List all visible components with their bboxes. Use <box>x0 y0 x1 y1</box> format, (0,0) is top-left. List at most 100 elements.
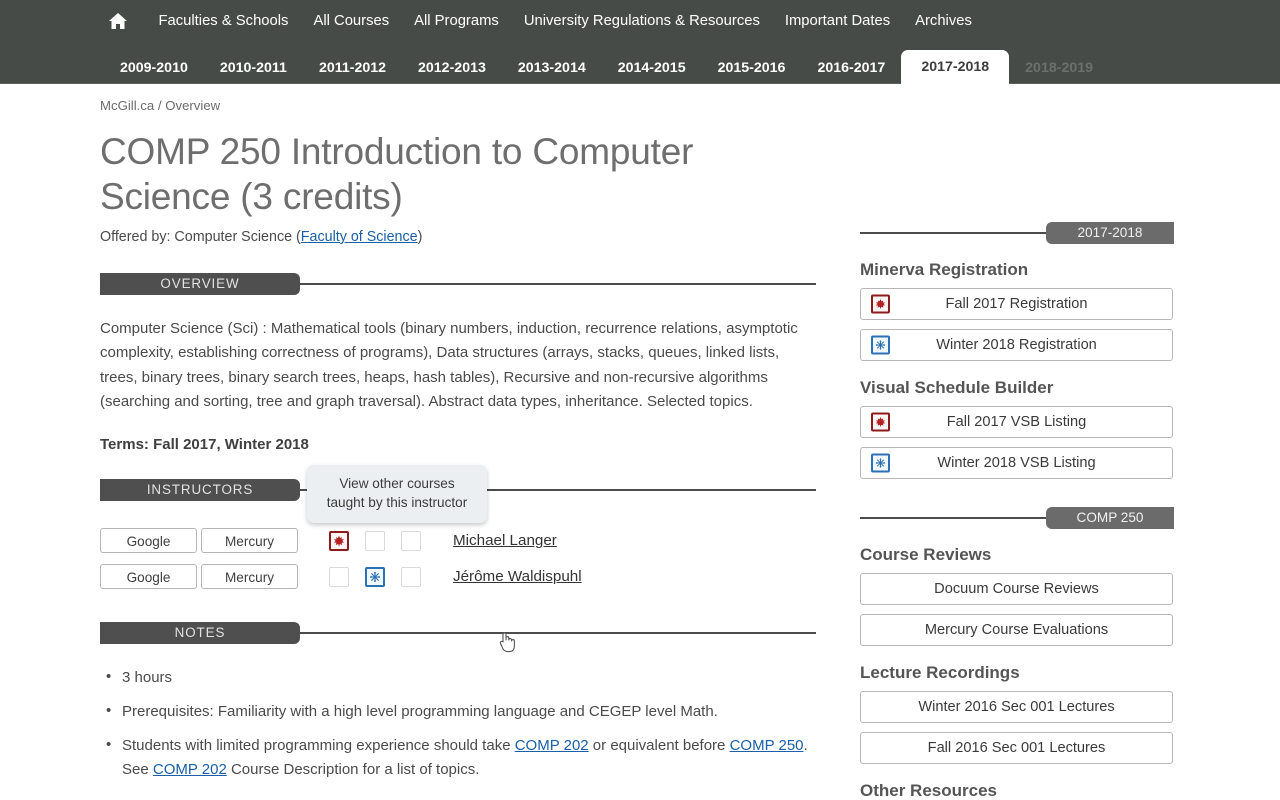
sidebar-button-label: Fall 2017 VSB Listing <box>946 414 1087 430</box>
breadcrumb-current: Overview <box>165 98 221 113</box>
sidebar-button-label: Fall 2016 Sec 001 Lectures <box>927 740 1106 756</box>
term-slot-empty <box>401 530 421 551</box>
sidebar-button-winter-2018-vsb-listing[interactable]: Winter 2018 VSB Listing <box>860 447 1173 479</box>
sidebar-button-label: Fall 2017 Registration <box>945 296 1088 312</box>
snowflake-icon <box>365 566 385 587</box>
instructor-tooltip: View other courses taught by this instru… <box>307 465 487 523</box>
mercury-button[interactable]: Mercury <box>201 528 298 554</box>
nav-item-important-dates[interactable]: Important Dates <box>772 0 902 42</box>
right-sidebar: 2017-2018 Minerva Registration Fall 2017… <box>860 222 1174 800</box>
sidebar-group-title: Lecture Recordings <box>860 663 1020 682</box>
offered-by-suffix: ) <box>417 229 423 245</box>
sidebar-header-course: COMP 250 <box>860 507 1174 529</box>
page-title: COMP 250 Introduction to Computer Scienc… <box>100 131 694 217</box>
snowflake-icon <box>871 335 890 355</box>
year-tab-2017-2018[interactable]: 2017-2018 <box>901 50 1010 84</box>
google-button[interactable]: Google <box>100 564 197 590</box>
list-item: Students with limited programming experi… <box>106 733 822 782</box>
sidebar-group-title: Visual Schedule Builder <box>860 378 1054 397</box>
year-tab-2011-2012[interactable]: 2011-2012 <box>303 52 402 84</box>
comp-250-link[interactable]: COMP 250 <box>730 737 804 754</box>
nav-item-faculties-schools[interactable]: Faculties & Schools <box>146 0 301 42</box>
faculty-of-science-link[interactable]: Faculty of Science <box>301 229 418 245</box>
year-tab-2014-2015[interactable]: 2014-2015 <box>602 52 702 84</box>
sidebar-button-fall-2017-registration[interactable]: Fall 2017 Registration <box>860 288 1173 320</box>
note-text-part1: Students with limited programming experi… <box>122 737 515 755</box>
year-tab-2009-2010[interactable]: 2009-2010 <box>104 52 204 84</box>
offered-by-prefix: Offered by: Computer Science ( <box>100 229 301 245</box>
sidebar-group-visual-schedule-builder: Visual Schedule Builder Fall 2017 VSB Li… <box>860 378 1174 479</box>
note-text-part4: Course Description for a list of topics. <box>226 761 480 779</box>
year-tab-bar: 2009-2010 2010-2011 2011-2012 2012-2013 … <box>0 42 1280 84</box>
table-row: Google Mercury Michael Langer <box>100 523 816 558</box>
breadcrumb-root[interactable]: McGill.ca <box>100 98 154 113</box>
list-item: Prerequisites: Familiarity with a high l… <box>106 699 822 724</box>
year-tab-2010-2011[interactable]: 2010-2011 <box>204 52 303 84</box>
google-button[interactable]: Google <box>100 528 197 554</box>
year-tab-2013-2014[interactable]: 2013-2014 <box>502 52 602 84</box>
sidebar-group-title: Other Resources <box>860 781 997 800</box>
maple-leaf-icon <box>329 530 349 551</box>
sidebar-group-course-reviews: Course Reviews Docuum Course Reviews Mer… <box>860 545 1174 646</box>
site-header: Faculties & Schools All Courses All Prog… <box>0 0 1280 84</box>
snowflake-icon <box>871 453 890 473</box>
sidebar-button-mercury-course-evaluations[interactable]: Mercury Course Evaluations <box>860 614 1173 646</box>
home-icon[interactable] <box>104 7 132 35</box>
nav-item-all-programs[interactable]: All Programs <box>402 0 512 42</box>
comp-202-link-1[interactable]: COMP 202 <box>515 737 589 754</box>
section-label-notes: NOTES <box>100 622 300 645</box>
notes-list: 3 hours Prerequisites: Familiarity with … <box>100 665 816 782</box>
nav-item-university-regulations[interactable]: University Regulations & Resources <box>511 0 772 42</box>
section-label-overview: OVERVIEW <box>100 273 300 295</box>
comp-202-link-2[interactable]: COMP 202 <box>153 761 227 778</box>
offered-by: Offered by: Computer Science (Faculty of… <box>100 229 816 245</box>
sidebar-tab-2017-2018: 2017-2018 <box>1046 222 1174 244</box>
year-tab-2016-2017[interactable]: 2016-2017 <box>801 52 901 84</box>
instructor-link-jerome-waldispuhl[interactable]: Jérôme Waldispuhl <box>453 568 582 585</box>
term-slot-empty <box>401 566 421 587</box>
nav-item-all-courses[interactable]: All Courses <box>301 0 402 42</box>
term-slot-empty <box>365 530 385 551</box>
maple-leaf-icon <box>871 412 890 432</box>
sidebar-group-other-resources: Other Resources COMP 250 on Docuum <box>860 781 1174 800</box>
section-header-overview: OVERVIEW <box>100 273 816 295</box>
course-description: Computer Science (Sci) : Mathematical to… <box>100 320 798 410</box>
sidebar-button-fall-2016-sec-001-lectures[interactable]: Fall 2016 Sec 001 Lectures <box>860 732 1173 764</box>
sidebar-button-label: Winter 2018 VSB Listing <box>937 455 1096 471</box>
maple-leaf-icon <box>871 294 890 314</box>
breadcrumb: McGill.ca / Overview <box>100 98 816 113</box>
sidebar-button-label: Winter 2016 Sec 001 Lectures <box>918 699 1115 715</box>
sidebar-button-label: Mercury Course Evaluations <box>924 622 1109 638</box>
term-slots <box>329 566 421 587</box>
sidebar-group-minerva-registration: Minerva Registration Fall 2017 Registrat… <box>860 260 1174 361</box>
sidebar-tab-comp-250: COMP 250 <box>1046 507 1174 529</box>
tooltip-line-2: taught by this instructor <box>326 495 468 510</box>
year-tab-2012-2013[interactable]: 2012-2013 <box>402 52 502 84</box>
breadcrumb-separator: / <box>154 98 166 113</box>
instructor-link-michael-langer[interactable]: Michael Langer <box>453 532 557 549</box>
sidebar-group-title: Minerva Registration <box>860 260 1029 279</box>
mercury-button[interactable]: Mercury <box>201 564 298 590</box>
term-slot-empty <box>329 566 349 587</box>
sidebar-button-winter-2018-registration[interactable]: Winter 2018 Registration <box>860 329 1173 361</box>
section-label-instructors: INSTRUCTORS <box>100 479 300 502</box>
year-tab-2015-2016[interactable]: 2015-2016 <box>702 52 802 84</box>
sidebar-group-lecture-recordings: Lecture Recordings Winter 2016 Sec 001 L… <box>860 663 1174 764</box>
page-body: McGill.ca / Overview COMP 250 Introducti… <box>0 84 1280 800</box>
table-row: Google Mercury Jérôme Waldispuhl <box>100 559 816 594</box>
sidebar-button-docuum-course-reviews[interactable]: Docuum Course Reviews <box>860 573 1173 605</box>
sidebar-group-title: Course Reviews <box>860 545 992 564</box>
tooltip-line-1: View other courses <box>339 476 455 491</box>
nav-item-archives[interactable]: Archives <box>903 0 985 42</box>
instructors-table: Google Mercury Michael Langer Google Mer… <box>100 523 816 594</box>
main-navigation: Faculties & Schools All Courses All Prog… <box>0 0 1280 42</box>
main-content: McGill.ca / Overview COMP 250 Introducti… <box>100 98 816 792</box>
term-slots <box>329 530 421 551</box>
sidebar-button-label: Docuum Course Reviews <box>934 581 1099 597</box>
sidebar-header-year: 2017-2018 <box>860 222 1174 244</box>
list-item: 3 hours <box>106 665 822 690</box>
course-terms: Terms: Fall 2017, Winter 2018 <box>100 436 309 454</box>
sidebar-button-winter-2016-sec-001-lectures[interactable]: Winter 2016 Sec 001 Lectures <box>860 691 1173 723</box>
sidebar-button-fall-2017-vsb-listing[interactable]: Fall 2017 VSB Listing <box>860 406 1173 438</box>
